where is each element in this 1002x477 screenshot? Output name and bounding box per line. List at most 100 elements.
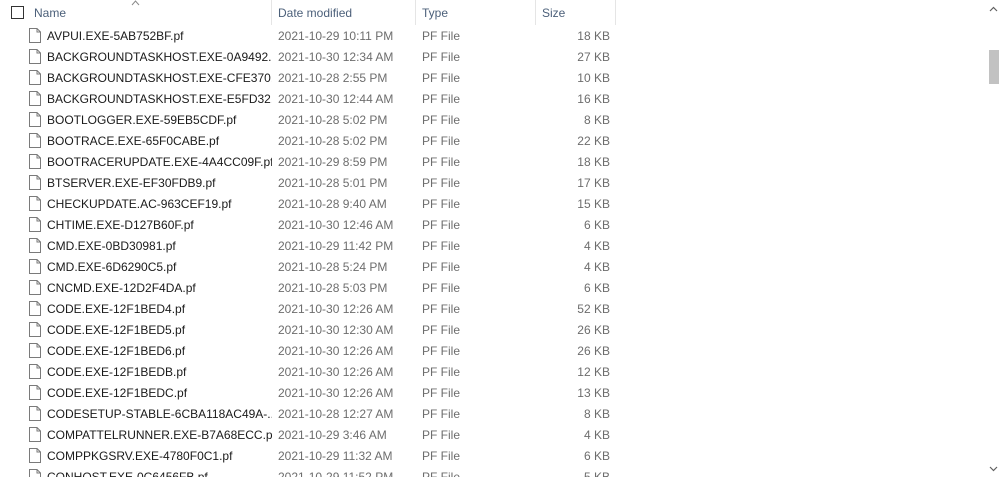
file-type: PF File — [422, 385, 461, 400]
file-type: PF File — [422, 280, 461, 295]
file-row[interactable]: COMPPKGSRV.EXE-4780F0C1.pf 2021-10-29 11:… — [0, 445, 984, 466]
file-row[interactable]: CODE.EXE-12F1BEDC.pf 2021-10-30 12:26 AM P… — [0, 382, 984, 403]
file-type: PF File — [422, 469, 461, 477]
file-date-modified: 2021-10-28 2:55 PM — [278, 70, 388, 85]
file-row[interactable]: COMPATTELRUNNER.EXE-B7A68ECC.pf 2021-10-2… — [0, 424, 984, 445]
file-date-modified: 2021-10-29 11:42 PM — [278, 238, 394, 253]
file-name: AVPUI.EXE-5AB752BF.pf — [47, 28, 184, 43]
file-type: PF File — [422, 91, 461, 106]
document-icon — [0, 238, 47, 253]
file-type: PF File — [422, 196, 461, 211]
file-type: PF File — [422, 301, 461, 316]
file-row[interactable]: BACKGROUNDTASKHOST.EXE-CFE370... 2021-10-… — [0, 67, 984, 88]
column-header-size[interactable]: Size — [536, 0, 616, 25]
file-row[interactable]: CONHOST.EXE-0C6456FB.pf 2021-10-29 11:52 … — [0, 466, 984, 477]
file-date-modified: 2021-10-30 12:34 AM — [278, 49, 394, 64]
vertical-scrollbar[interactable] — [985, 0, 1002, 477]
file-size: 17 KB — [577, 175, 610, 190]
document-icon — [0, 469, 47, 477]
file-date-modified: 2021-10-30 12:44 AM — [278, 91, 394, 106]
file-date-modified: 2021-10-30 12:26 AM — [278, 385, 394, 400]
file-type: PF File — [422, 49, 461, 64]
file-name: BACKGROUNDTASKHOST.EXE-0A9492... — [47, 49, 272, 64]
file-row[interactable]: CODE.EXE-12F1BED6.pf 2021-10-30 12:26 AM P… — [0, 340, 984, 361]
file-name: BOOTRACERUPDATE.EXE-4A4CC09F.pf — [47, 154, 272, 169]
file-name: CODE.EXE-12F1BEDC.pf — [47, 385, 188, 400]
file-type: PF File — [422, 427, 461, 442]
file-size: 6 KB — [583, 280, 610, 295]
document-icon — [0, 364, 47, 379]
file-date-modified: 2021-10-29 3:46 AM — [278, 427, 387, 442]
file-row[interactable]: BACKGROUNDTASKHOST.EXE-0A9492... 2021-10-… — [0, 46, 984, 67]
file-type: PF File — [422, 322, 461, 337]
file-row[interactable]: CHECKUPDATE.AC-963CEF19.pf 2021-10-28 9:4… — [0, 193, 984, 214]
file-row[interactable]: CODESETUP-STABLE-6CBA118AC49A-... 2021-10… — [0, 403, 984, 424]
column-header-date-modified[interactable]: Date modified — [272, 0, 416, 25]
column-header-name[interactable]: Name — [28, 0, 272, 25]
file-size: 4 KB — [583, 259, 610, 274]
file-type: PF File — [422, 112, 461, 127]
file-size: 6 KB — [583, 448, 610, 463]
column-header-type[interactable]: Type — [416, 0, 536, 25]
file-name: COMPPKGSRV.EXE-4780F0C1.pf — [47, 448, 233, 463]
document-icon — [0, 112, 47, 127]
file-row[interactable]: BOOTRACE.EXE-65F0CABE.pf 2021-10-28 5:02 … — [0, 130, 984, 151]
file-name: CODE.EXE-12F1BED6.pf — [47, 343, 186, 358]
document-icon — [0, 175, 47, 190]
file-name: CNCMD.EXE-12D2F4DA.pf — [47, 280, 196, 295]
file-name: BACKGROUNDTASKHOST.EXE-CFE370... — [47, 70, 272, 85]
document-icon — [0, 70, 47, 85]
file-date-modified: 2021-10-28 5:03 PM — [278, 280, 388, 295]
file-date-modified: 2021-10-28 9:40 AM — [278, 196, 387, 211]
file-row[interactable]: CMD.EXE-6D6290C5.pf 2021-10-28 5:24 PM PF … — [0, 256, 984, 277]
file-row[interactable]: CHTIME.EXE-D127B60F.pf 2021-10-30 12:46 A… — [0, 214, 984, 235]
file-row[interactable]: BACKGROUNDTASKHOST.EXE-E5FD32... 2021-10-… — [0, 88, 984, 109]
file-row[interactable]: BTSERVER.EXE-EF30FDB9.pf 2021-10-28 5:01 … — [0, 172, 984, 193]
file-date-modified: 2021-10-30 12:26 AM — [278, 301, 394, 316]
file-name: CODESETUP-STABLE-6CBA118AC49A-... — [47, 406, 272, 421]
scroll-down-button[interactable] — [985, 460, 1002, 477]
file-date-modified: 2021-10-28 5:24 PM — [278, 259, 388, 274]
file-type: PF File — [422, 70, 461, 85]
select-all-checkbox-cell[interactable] — [0, 0, 28, 25]
file-row[interactable]: BOOTRACERUPDATE.EXE-4A4CC09F.pf 2021-10-2… — [0, 151, 984, 172]
file-type: PF File — [422, 343, 461, 358]
file-name: CONHOST.EXE-0C6456FB.pf — [47, 469, 208, 477]
file-name: BOOTRACE.EXE-65F0CABE.pf — [47, 133, 220, 148]
file-row[interactable]: BOOTLOGGER.EXE-59EB5CDF.pf 2021-10-28 5:0… — [0, 109, 984, 130]
file-date-modified: 2021-10-29 11:32 AM — [278, 448, 393, 463]
file-row[interactable]: CMD.EXE-0BD30981.pf 2021-10-29 11:42 PM PF… — [0, 235, 984, 256]
file-row[interactable]: AVPUI.EXE-5AB752BF.pf 2021-10-29 10:11 PM… — [0, 25, 984, 46]
document-icon — [0, 49, 47, 64]
column-header-type-label: Type — [422, 5, 449, 20]
file-size: 5 KB — [583, 469, 610, 477]
scroll-thumb[interactable] — [989, 50, 999, 84]
document-icon — [0, 322, 47, 337]
file-size: 4 KB — [583, 238, 610, 253]
select-all-checkbox[interactable] — [11, 6, 24, 19]
document-icon — [0, 343, 47, 358]
file-date-modified: 2021-10-30 12:30 AM — [278, 322, 394, 337]
file-row[interactable]: CODE.EXE-12F1BED5.pf 2021-10-30 12:30 AM P… — [0, 319, 984, 340]
file-type: PF File — [422, 175, 461, 190]
scroll-up-button[interactable] — [985, 0, 1002, 17]
document-icon — [0, 427, 47, 442]
file-size: 4 KB — [583, 427, 610, 442]
document-icon — [0, 154, 47, 169]
file-type: PF File — [422, 448, 461, 463]
file-date-modified: 2021-10-30 12:46 AM — [278, 217, 394, 232]
file-size: 12 KB — [577, 364, 610, 379]
sort-ascending-icon — [131, 0, 140, 6]
file-size: 13 KB — [577, 385, 610, 400]
column-header-size-label: Size — [542, 5, 566, 20]
file-date-modified: 2021-10-28 5:02 PM — [278, 133, 388, 148]
file-row[interactable]: CODE.EXE-12F1BEDB.pf 2021-10-30 12:26 AM P… — [0, 361, 984, 382]
file-date-modified: 2021-10-28 5:02 PM — [278, 112, 388, 127]
file-name: CMD.EXE-0BD30981.pf — [47, 238, 176, 253]
file-name: CHTIME.EXE-D127B60F.pf — [47, 217, 194, 232]
file-size: 10 KB — [577, 70, 610, 85]
file-name: BACKGROUNDTASKHOST.EXE-E5FD32... — [47, 91, 272, 106]
column-header-bar: Name Date modified Type Size — [0, 0, 984, 25]
file-row[interactable]: CNCMD.EXE-12D2F4DA.pf 2021-10-28 5:03 PM P… — [0, 277, 984, 298]
file-row[interactable]: CODE.EXE-12F1BED4.pf 2021-10-30 12:26 AM P… — [0, 298, 984, 319]
